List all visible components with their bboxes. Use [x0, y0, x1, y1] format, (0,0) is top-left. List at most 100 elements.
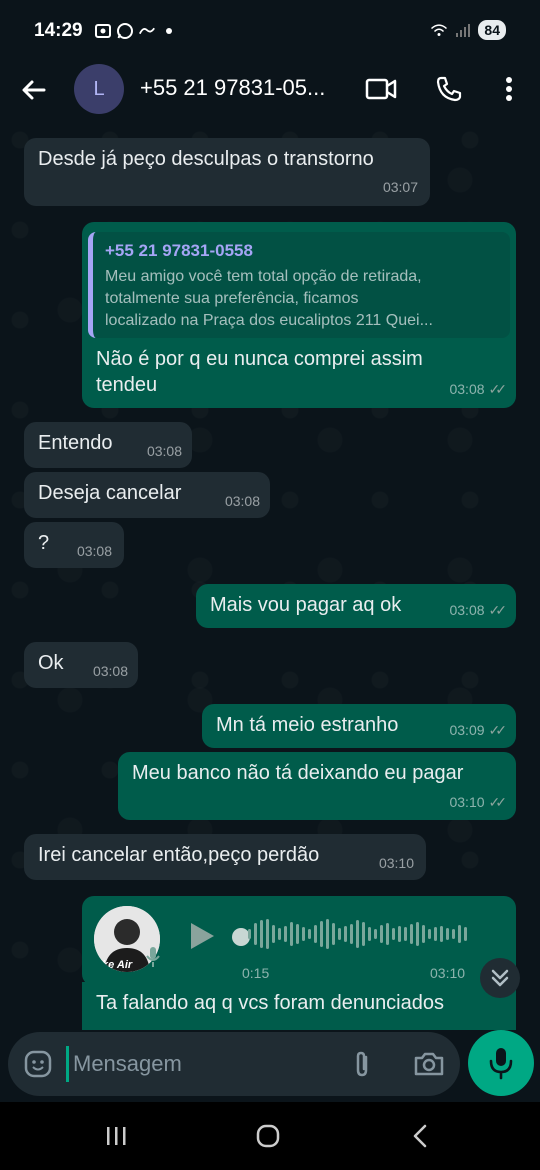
system-back-button[interactable]	[400, 1120, 440, 1152]
screenshot-icon	[94, 22, 112, 40]
message-incoming[interactable]: Entendo 03:08	[24, 422, 192, 468]
more-options-button[interactable]	[492, 72, 526, 106]
message-text: Mais vou pagar aq ok	[210, 594, 402, 616]
message-incoming[interactable]: Deseja cancelar 03:08	[24, 472, 270, 518]
quoted-text-line: localizado na Praça dos eucaliptos 211 Q…	[105, 312, 433, 329]
waveform-bar	[302, 927, 305, 941]
waveform-bar	[248, 929, 251, 939]
contact-avatar[interactable]: L	[74, 64, 124, 114]
message-meta: 03:08 ✓✓	[449, 597, 507, 623]
message-text: Mn tá meio estranho	[216, 714, 399, 736]
message-text: Ta falando aq q vcs foram denunciados	[96, 992, 444, 1014]
waveform-bar	[410, 924, 413, 944]
message-text-line: Não é por q eu nunca comprei assim	[96, 348, 423, 370]
double-chevron-down-icon	[491, 969, 509, 987]
waveform-bar	[338, 928, 341, 940]
waveform-bar	[278, 928, 281, 940]
avatar-caption: ke Air	[102, 959, 133, 971]
double-check-icon: ✓✓	[488, 722, 508, 738]
voice-message[interactable]: ke Air 0:15 03:10	[82, 896, 516, 986]
message-text: Meu banco não tá deixando eu pagar	[132, 762, 464, 784]
double-check-icon: ✓✓	[488, 381, 508, 397]
message-outgoing[interactable]: Mn tá meio estranho 03:09 ✓✓	[202, 704, 516, 748]
sticker-icon	[24, 1050, 52, 1078]
message-time: 03:10	[449, 794, 485, 810]
waveform-bar	[266, 919, 269, 949]
scroll-to-bottom-button[interactable]	[480, 958, 520, 998]
ifood-icon	[138, 22, 156, 40]
status-notification-icons	[94, 22, 178, 40]
chevron-left-icon	[413, 1124, 427, 1148]
waveform-bar	[464, 927, 467, 941]
contact-name[interactable]: +55 21 97831-05...	[140, 75, 340, 101]
message-meta: 03:08 ✓✓	[449, 376, 508, 402]
quoted-text-line: Meu amigo você tem total opção de retira…	[105, 268, 422, 285]
double-check-icon: ✓✓	[488, 794, 508, 810]
waveform-bar	[446, 928, 449, 940]
waveform-bar	[428, 929, 431, 939]
camera-button[interactable]	[412, 1048, 446, 1080]
message-time: 03:08	[449, 381, 485, 397]
waveform-bar	[452, 929, 455, 939]
message-incoming[interactable]: ? 03:08	[24, 522, 124, 568]
waveform-bar	[362, 922, 365, 946]
waveform-bar	[440, 926, 443, 942]
voice-waveform[interactable]	[248, 918, 467, 950]
message-time: 03:07	[382, 179, 418, 195]
message-text-line: tendeu	[96, 374, 158, 396]
video-camera-icon	[365, 78, 397, 100]
status-time: 14:29	[34, 20, 83, 41]
quoted-sender: +55 21 97831-0558	[105, 241, 253, 260]
waveform-bar	[254, 923, 257, 945]
composer	[8, 1032, 460, 1096]
message-incoming[interactable]: Desde já peço desculpas o transtorno 03:…	[24, 138, 430, 206]
message-input[interactable]	[66, 1046, 326, 1082]
camera-icon	[414, 1052, 444, 1076]
waveform-bar	[368, 927, 371, 941]
waveform-bar	[344, 926, 347, 942]
message-text: Desde já peço desculpas o transtorno	[38, 148, 374, 170]
waveform-bar	[356, 920, 359, 948]
waveform-bar	[458, 925, 461, 943]
whatsapp-icon	[116, 22, 134, 40]
waveform-bar	[290, 922, 293, 946]
record-voice-button[interactable]	[468, 1030, 534, 1096]
video-call-button[interactable]	[364, 72, 398, 106]
message-time: 03:08	[146, 443, 182, 459]
waveform-bar	[392, 928, 395, 940]
quoted-message[interactable]: +55 21 97831-0558 Meu amigo você tem tot…	[88, 232, 510, 338]
waveform-bar	[308, 929, 311, 939]
message-outgoing-reply[interactable]: +55 21 97831-0558 Meu amigo você tem tot…	[82, 222, 516, 408]
home-button[interactable]	[248, 1120, 288, 1152]
message-outgoing[interactable]: Meu banco não tá deixando eu pagar 03:10…	[118, 752, 516, 820]
back-button[interactable]	[18, 74, 50, 106]
waveform-bar	[332, 923, 335, 945]
waveform-bar	[404, 927, 407, 941]
message-time: 03:09	[449, 722, 485, 738]
waveform-bar	[374, 929, 377, 939]
battery-badge: 84	[478, 20, 506, 40]
message-incoming[interactable]: Ok 03:08	[24, 642, 138, 688]
system-nav-bar	[0, 1102, 540, 1170]
message-outgoing[interactable]: Ta falando aq q vcs foram denunciados	[82, 982, 516, 1030]
message-text: ?	[38, 532, 50, 554]
message-list[interactable]: Desde já peço desculpas o transtorno 03:…	[0, 120, 540, 1030]
recents-button[interactable]	[96, 1120, 136, 1152]
waveform-bar	[434, 927, 437, 941]
waveform-bar	[386, 923, 389, 945]
microphone-icon	[489, 1048, 513, 1080]
play-button[interactable]	[186, 920, 218, 952]
attach-button[interactable]	[346, 1048, 378, 1080]
waveform-bar	[260, 920, 263, 948]
message-meta: 03:09 ✓✓	[449, 717, 508, 743]
message-outgoing[interactable]: Mais vou pagar aq ok 03:08 ✓✓	[196, 584, 516, 628]
message-incoming[interactable]: Irei cancelar então,peço perdão 03:10	[24, 834, 426, 880]
voice-call-button[interactable]	[432, 72, 466, 106]
emoji-button[interactable]	[22, 1048, 54, 1080]
message-time: 03:08	[92, 663, 128, 679]
play-icon	[191, 923, 214, 949]
waveform-bar	[350, 924, 353, 944]
message-time: 03:08	[224, 493, 260, 509]
waveform-bar	[416, 922, 419, 946]
waveform-bar	[380, 925, 383, 943]
